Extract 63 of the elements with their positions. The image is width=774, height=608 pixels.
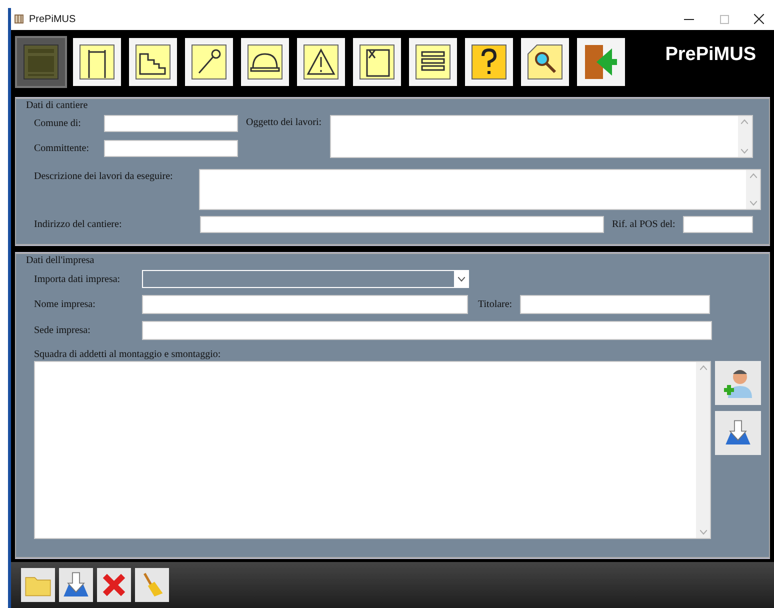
maximize-icon[interactable] bbox=[720, 14, 728, 24]
dropdown[interactable] bbox=[142, 270, 469, 288]
field-label: Sede impresa: bbox=[34, 325, 92, 336]
window-title: PrePiMUS bbox=[29, 14, 77, 24]
delete-icon bbox=[100, 571, 128, 599]
scroll-up-icon[interactable] bbox=[750, 173, 756, 178]
app-icon bbox=[14, 14, 24, 24]
magnifier-icon bbox=[189, 42, 229, 82]
input-field[interactable] bbox=[104, 140, 238, 157]
search-icon bbox=[525, 42, 565, 82]
toolbar-button[interactable] bbox=[409, 38, 457, 86]
field-label: Committente: bbox=[34, 143, 90, 154]
field-label: Squadra di addetti al montaggio e smontaggio: bbox=[34, 349, 222, 360]
bottom-toolbar-button[interactable] bbox=[97, 568, 131, 602]
side-button[interactable] bbox=[715, 411, 761, 455]
toolbar-button[interactable] bbox=[185, 38, 233, 86]
toolbar-button[interactable] bbox=[241, 38, 289, 86]
field-label: Nome impresa: bbox=[34, 299, 96, 310]
bottom-toolbar-button[interactable] bbox=[59, 568, 93, 602]
document-icon bbox=[357, 42, 397, 82]
input-field[interactable] bbox=[142, 295, 468, 314]
scaffold-icon bbox=[77, 42, 117, 82]
scroll-down-icon[interactable] bbox=[741, 149, 748, 154]
toolbar-button[interactable] bbox=[465, 38, 513, 86]
field-label: Comune di: bbox=[34, 118, 82, 129]
toolbar-button[interactable] bbox=[353, 38, 401, 86]
scroll-up-icon[interactable] bbox=[741, 119, 748, 124]
input-field[interactable] bbox=[683, 216, 754, 233]
group-legend: Dati di cantiere bbox=[26, 100, 761, 111]
scroll-up-icon[interactable] bbox=[700, 365, 706, 370]
text-area[interactable] bbox=[199, 169, 761, 210]
field-label: Importa dati impresa: bbox=[34, 274, 122, 284]
toolbar-button[interactable] bbox=[521, 38, 569, 86]
toolbar-button[interactable] bbox=[73, 38, 121, 86]
field-label: Oggetto dei lavori: bbox=[246, 117, 322, 128]
scrollbar[interactable] bbox=[738, 116, 752, 157]
group-legend: Dati dell'impresa bbox=[26, 255, 761, 266]
field-label: Rif. al POS del: bbox=[612, 219, 676, 230]
scrollbar[interactable] bbox=[746, 170, 760, 209]
field-label: Titolare: bbox=[478, 299, 512, 310]
scroll-down-icon[interactable] bbox=[700, 530, 706, 535]
input-field[interactable] bbox=[142, 321, 712, 340]
toolbar-button[interactable] bbox=[297, 38, 345, 86]
field-label: Indirizzo del cantiere: bbox=[34, 219, 123, 230]
text-area[interactable] bbox=[330, 115, 753, 158]
bottom-toolbar-button[interactable] bbox=[135, 568, 169, 602]
toolbar-button[interactable] bbox=[129, 38, 177, 86]
input-field[interactable] bbox=[104, 115, 238, 132]
field-label: Descrizione dei lavori da eseguire: bbox=[34, 171, 174, 182]
scrollbar[interactable] bbox=[696, 362, 710, 538]
close-icon[interactable] bbox=[754, 14, 764, 24]
side-button[interactable] bbox=[715, 361, 761, 405]
helmet-icon bbox=[245, 42, 285, 82]
input-field[interactable] bbox=[520, 295, 710, 314]
question-mark-icon bbox=[469, 42, 509, 82]
app-logo-text: PrePiMUS bbox=[665, 44, 756, 66]
list-icon bbox=[413, 42, 453, 82]
scroll-down-icon[interactable] bbox=[750, 201, 756, 206]
input-field[interactable] bbox=[200, 216, 604, 233]
minimize-icon[interactable] bbox=[684, 18, 694, 20]
bottom-toolbar-button[interactable] bbox=[21, 568, 55, 602]
warning-icon bbox=[301, 42, 341, 82]
form-icon bbox=[21, 42, 61, 82]
